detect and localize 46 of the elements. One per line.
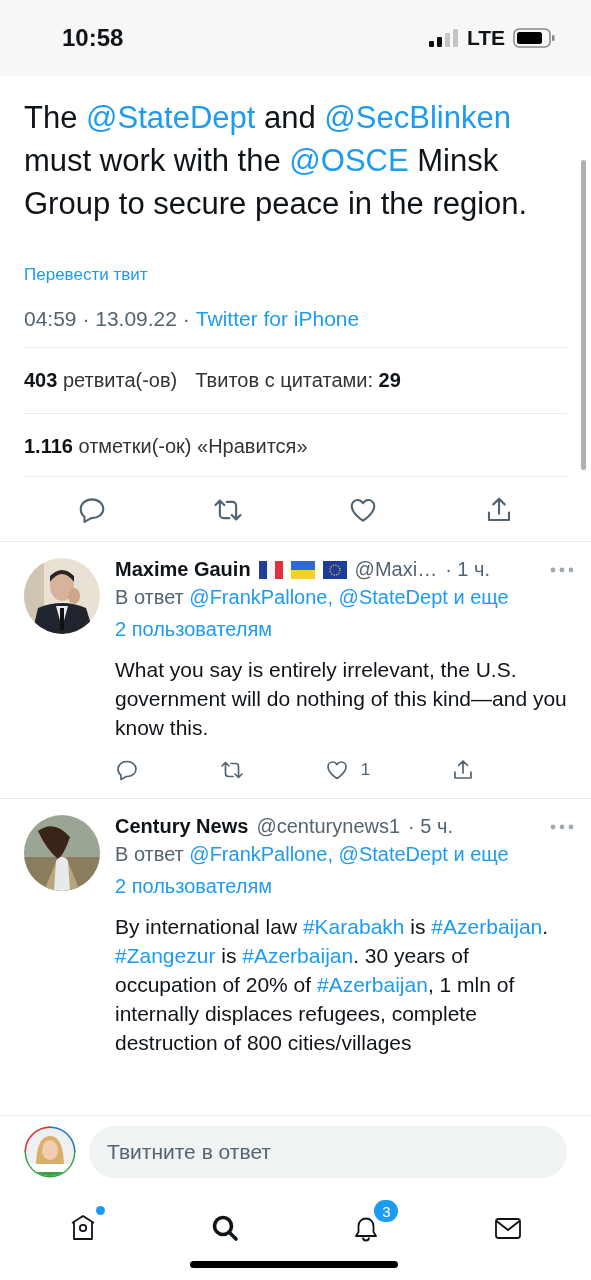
mention-link[interactable]: и еще	[453, 843, 509, 865]
mention-link[interactable]: @FrankPallone,	[189, 586, 334, 608]
author-name[interactable]: Century News	[115, 815, 249, 838]
reply-context: В ответ @FrankPallone, @StateDept и еще 2 пользователям	[115, 842, 510, 899]
mention-link[interactable]: 2 пользователям	[115, 875, 273, 897]
reply-icon[interactable]	[115, 758, 139, 782]
mention-link[interactable]: 2 пользователям	[115, 618, 273, 640]
reply-context: В ответ @FrankPallone, @StateDept и еще 2 пользователям	[115, 585, 510, 642]
like-icon[interactable]	[324, 758, 349, 782]
battery-icon	[513, 28, 555, 48]
flag-icon	[290, 560, 315, 579]
hashtag-link[interactable]: #Azerbaijan	[431, 915, 543, 938]
share-icon[interactable]	[451, 758, 475, 782]
source-link[interactable]: Twitter for iPhone	[195, 307, 360, 331]
signal-icon	[428, 29, 459, 47]
hashtag-link[interactable]: #Zangezur	[115, 944, 216, 967]
hashtag-link[interactable]: #Azerbaijan	[242, 944, 354, 967]
reply-text: What you say is entirely irrelevant, the U.S. government will do nothing of this kind—and you know this.	[115, 657, 568, 741]
mention-link[interactable]: @SecBlinken	[324, 100, 511, 135]
reply-text: By international law #Karabakh is #Azerbaijan. #Zangezur is #Azerbaijan. 30 years of occupation of 20% of #Azerbaijan, 1 mln of internally displaces refugees, complete destruction of 800 cities/villages	[115, 914, 550, 1056]
likes-count[interactable]: 1.116 отметки(-ок) «Нравится»	[24, 435, 308, 457]
tweet-text: The @StateDept and @SecBlinken must work with the @OSCE Minsk Group to secure peace in the region.	[24, 99, 529, 223]
stat-count[interactable]: Твитов с цитатами: 29	[195, 369, 401, 392]
reply-field[interactable]: Твитните в ответ	[89, 1126, 567, 1178]
post-time: · 1 ч.	[445, 558, 490, 581]
notification-badge: 3	[374, 1200, 399, 1222]
mention-link[interactable]: @StateDept	[338, 586, 448, 608]
mention-link[interactable]: @StateDept	[338, 843, 448, 865]
mention-link[interactable]: @OSCE	[289, 143, 409, 178]
flag-icon	[322, 560, 347, 579]
author-handle[interactable]: @centurynews1	[256, 815, 401, 838]
author-name[interactable]: Maxime Gauin	[115, 558, 251, 581]
stat-count[interactable]: 403 ретвита(-ов)	[24, 369, 178, 392]
network-label: LTE	[466, 26, 505, 50]
timestamp: 04:59 · 13.09.22 ·	[24, 307, 190, 331]
post-time: · 5 ч.	[408, 815, 453, 838]
mention-link[interactable]: @StateDept	[86, 100, 256, 135]
author-handle[interactable]: @Maxi…	[354, 558, 438, 581]
clock-time: 10:58	[62, 24, 124, 52]
mention-link[interactable]: и еще	[453, 586, 509, 608]
like-count: 1	[360, 760, 371, 780]
mention-link[interactable]: @FrankPallone,	[189, 843, 334, 865]
hashtag-link[interactable]: #Azerbaijan	[317, 973, 428, 996]
translate-link[interactable]: Перевести твит	[24, 265, 148, 285]
flag-icon	[258, 560, 283, 579]
hashtag-link[interactable]: #Karabakh	[302, 915, 405, 938]
